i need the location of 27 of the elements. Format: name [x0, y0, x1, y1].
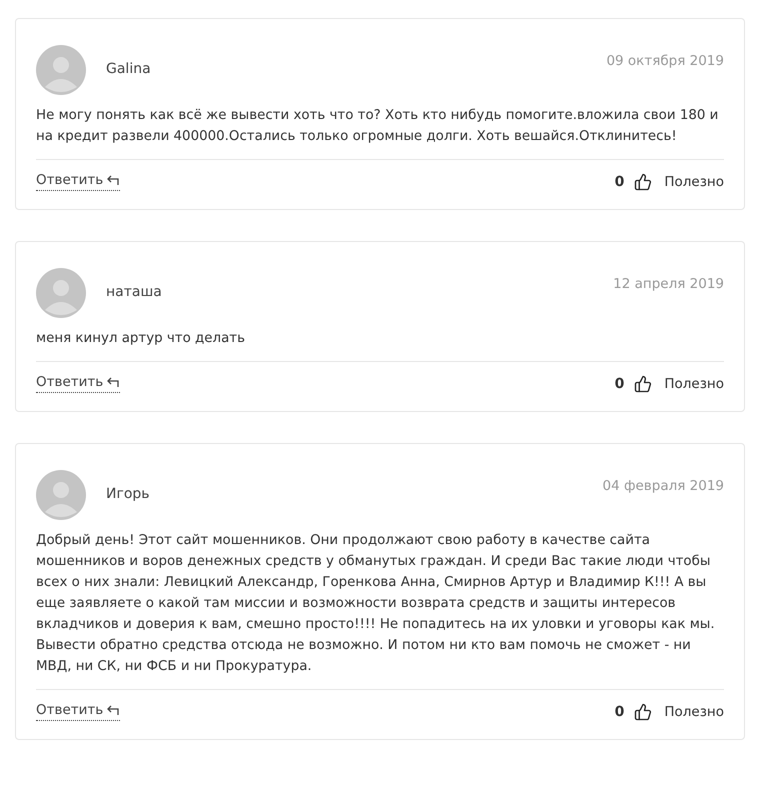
author-name: наташа — [106, 284, 162, 300]
reply-link[interactable]: Ответить — [36, 374, 120, 393]
comment-date: 09 октября 2019 — [606, 53, 724, 69]
comment-date: 12 апреля 2019 — [613, 276, 724, 292]
avatar-icon — [36, 268, 86, 318]
reply-arrow-icon — [106, 376, 120, 388]
like-count: 0 — [614, 174, 624, 190]
author-name: Galina — [106, 61, 151, 77]
thumbs-up-icon[interactable] — [634, 172, 652, 190]
thumbs-up-icon[interactable] — [634, 702, 652, 720]
comment-text: Не могу понять как всё же вывести хоть что то? Хоть кто нибудь помогите.вложила свои 180 и на кредит развели 400000.Остались только огромные долги. Хоть вешайся.Отклинитесь! — [36, 107, 720, 146]
author-name: Игорь — [106, 486, 150, 502]
avatar-icon — [36, 470, 86, 520]
like-count: 0 — [614, 704, 624, 720]
avatar-icon — [36, 45, 86, 95]
reply-link[interactable]: Ответить — [36, 172, 120, 191]
useful-label: Полезно — [664, 376, 724, 392]
reply-link[interactable]: Ответить — [36, 702, 120, 721]
reply-arrow-icon — [106, 704, 120, 716]
useful-label: Полезно — [664, 704, 724, 720]
comment-date: 04 февраля 2019 — [602, 478, 724, 494]
comment-text: Добрый день! Этот сайт мошенников. Они продолжают свою работу в качестве сайта мошенников и воров денежных средств у обманутых граждан. И среди Вас такие люди чтобы всех о них знали: Левицкий Александр, Горенкова Анна, Смирнов Артур и Владимир К!!! А вы еще заявляете о какой там миссии и возможности возврата средств и защиты интересов вкладчиков и доверия к вам, смешно просто!!!! Не попадитесь на их уловки и уговоры как мы. Вывести обратно средства отсюда не возможно. И потом ни кто вам помочь не сможет - ни МВД, ни СК, ни ФСБ и ни Прокуратура. — [36, 532, 716, 676]
useful-label: Полезно — [664, 174, 724, 190]
like-count: 0 — [614, 376, 624, 392]
reply-arrow-icon — [106, 174, 120, 186]
comment-text: меня кинул артур что делать — [36, 330, 246, 348]
thumbs-up-icon[interactable] — [634, 374, 652, 392]
